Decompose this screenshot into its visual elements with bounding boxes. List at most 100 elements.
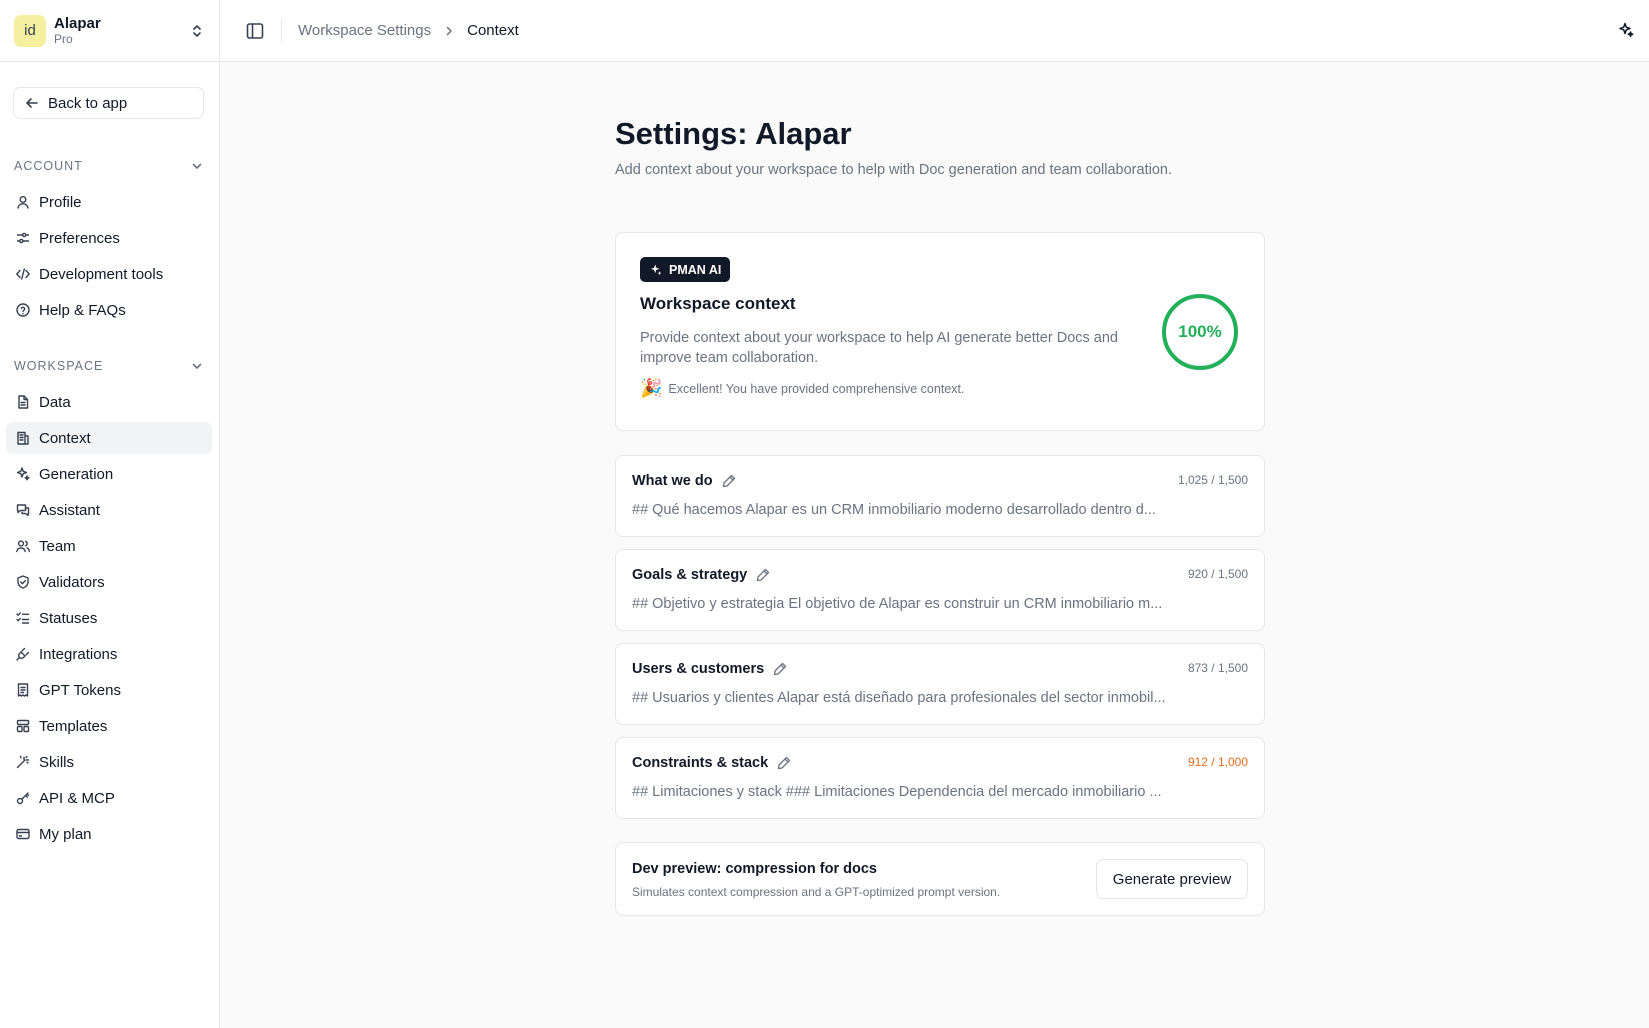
users-icon bbox=[16, 540, 30, 553]
sidebar-item-profile[interactable]: Profile bbox=[6, 186, 212, 218]
sidebar-item-templates[interactable]: Templates bbox=[6, 710, 212, 742]
workspace-name: Alapar bbox=[54, 14, 101, 32]
dev-preview-card: Dev preview: compression for docs Simula… bbox=[615, 842, 1265, 916]
sidebar-item-integrations[interactable]: Integrations bbox=[6, 638, 212, 670]
chevron-down-icon bbox=[192, 363, 202, 369]
context-section-constraints-stack[interactable]: Constraints & stack 912 / 1,000 ## Limitac… bbox=[615, 737, 1265, 819]
workspace-switcher[interactable]: id Alapar Pro bbox=[0, 0, 219, 62]
context-section-title-row: Users & customers bbox=[632, 661, 788, 677]
context-section-preview: ## Usuarios y clientes Alapar está diseñ… bbox=[632, 690, 1166, 706]
sidebar-item-validators[interactable]: Validators bbox=[6, 566, 212, 598]
context-section-title-row: What we do bbox=[632, 473, 737, 489]
sidebar-item-data[interactable]: Data bbox=[6, 386, 212, 418]
pencil-icon[interactable] bbox=[721, 473, 737, 489]
account-nav: Profile Preferences Development tools Help … bbox=[6, 186, 212, 330]
workspace-plan: Pro bbox=[54, 31, 73, 46]
sidebar-item-label: Skills bbox=[39, 753, 75, 771]
chevron-down-icon bbox=[192, 163, 202, 169]
sidebar-item-development-tools[interactable]: Development tools bbox=[6, 258, 212, 290]
pencil-icon[interactable] bbox=[772, 661, 788, 677]
context-section-title-row: Constraints & stack bbox=[632, 755, 792, 771]
context-section-what-we-do[interactable]: What we do 1,025 / 1,500 ## Qué hacemos Al… bbox=[615, 455, 1265, 537]
workspace-logo: id bbox=[14, 14, 46, 47]
arrow-left-icon bbox=[26, 98, 38, 108]
sidebar-item-label: Context bbox=[39, 429, 91, 447]
sidebar-toggle-icon[interactable] bbox=[245, 21, 265, 41]
completion-percent: 100% bbox=[1178, 322, 1222, 341]
sidebar-item-skills[interactable]: Skills bbox=[6, 746, 212, 778]
sidebar-item-generation[interactable]: Generation bbox=[6, 458, 212, 490]
breadcrumb-current: Context bbox=[467, 22, 519, 39]
sidebar-item-gpt-tokens[interactable]: GPT Tokens bbox=[6, 674, 212, 706]
sidebar-item-label: Preferences bbox=[39, 229, 120, 247]
sidebar-item-statuses[interactable]: Statuses bbox=[6, 602, 212, 634]
sidebar-item-team[interactable]: Team bbox=[6, 530, 212, 562]
context-section-title: Users & customers bbox=[632, 661, 765, 677]
context-section-preview: ## Qué hacemos Alapar es un CRM inmobili… bbox=[632, 502, 1156, 518]
sidebar-item-label: Validators bbox=[39, 573, 105, 591]
sidebar-item-preferences[interactable]: Preferences bbox=[6, 222, 212, 254]
account-section-label: ACCOUNT bbox=[14, 159, 83, 173]
dev-preview-title: Dev preview: compression for docs bbox=[632, 861, 877, 877]
help-circle-icon bbox=[16, 303, 30, 317]
context-section-goals-strategy[interactable]: Goals & strategy 920 / 1,500 ## Objetivo y… bbox=[615, 549, 1265, 631]
context-section-title: Goals & strategy bbox=[632, 567, 748, 583]
credit-card-icon bbox=[16, 828, 30, 840]
workspace-section-header[interactable]: WORKSPACE bbox=[14, 357, 204, 375]
list-checks-icon bbox=[16, 612, 30, 624]
sidebar-item-help-faqs[interactable]: Help & FAQs bbox=[6, 294, 212, 326]
context-section-preview: ## Objetivo y estrategia El objetivo de … bbox=[632, 596, 1163, 612]
character-count: 920 / 1,500 bbox=[1187, 567, 1248, 581]
character-count: 873 / 1,500 bbox=[1187, 661, 1248, 675]
chevron-right-icon bbox=[446, 26, 452, 35]
plug-icon bbox=[16, 647, 30, 661]
back-to-app-button[interactable]: Back to app bbox=[13, 87, 204, 119]
sparkles-icon bbox=[650, 264, 662, 275]
top-bar: Workspace Settings Context bbox=[220, 0, 1649, 62]
context-section-users-customers[interactable]: Users & customers 873 / 1,500 ## Usuarios … bbox=[615, 643, 1265, 725]
sidebar-item-label: GPT Tokens bbox=[39, 681, 121, 699]
page-subtitle: Add context about your workspace to help… bbox=[615, 162, 1172, 178]
sidebar-item-assistant[interactable]: Assistant bbox=[6, 494, 212, 526]
page-title: Settings: Alapar bbox=[615, 116, 852, 151]
context-section-preview: ## Limitaciones y stack ### Limitaciones… bbox=[632, 784, 1162, 800]
back-to-app-label: Back to app bbox=[48, 94, 128, 112]
wand-icon bbox=[16, 755, 30, 769]
dev-preview-description: Simulates context compression and a GPT-… bbox=[632, 885, 1001, 899]
sidebar-item-label: Templates bbox=[39, 717, 108, 735]
sidebar-item-label: Assistant bbox=[39, 501, 100, 519]
file-icon bbox=[18, 395, 29, 409]
sliders-icon bbox=[16, 232, 30, 244]
sidebar-item-label: Development tools bbox=[39, 265, 164, 283]
account-section-header[interactable]: ACCOUNT bbox=[14, 157, 204, 175]
chevrons-up-down-icon bbox=[193, 24, 201, 37]
context-card-description: Provide context about your workspace to … bbox=[640, 330, 1118, 366]
divider bbox=[281, 18, 282, 43]
context-section-title-row: Goals & strategy bbox=[632, 567, 771, 583]
receipt-icon bbox=[17, 683, 29, 697]
pencil-icon[interactable] bbox=[755, 567, 771, 583]
generate-preview-button[interactable]: Generate preview bbox=[1096, 859, 1248, 899]
sidebar-item-context[interactable]: Context bbox=[6, 422, 212, 454]
building-icon bbox=[17, 431, 29, 445]
shield-icon bbox=[17, 575, 29, 589]
layout-icon bbox=[16, 719, 30, 733]
sidebar-item-label: API & MCP bbox=[39, 789, 115, 807]
code-icon bbox=[16, 268, 30, 280]
sparkles-icon bbox=[16, 467, 30, 481]
sidebar-item-api-mcp[interactable]: API & MCP bbox=[6, 782, 212, 814]
sidebar-item-my-plan[interactable]: My plan bbox=[6, 818, 212, 850]
sidebar-item-label: Profile bbox=[39, 193, 82, 211]
sidebar-item-label: Generation bbox=[39, 465, 114, 483]
breadcrumb-parent-link[interactable]: Workspace Settings bbox=[298, 22, 431, 39]
sidebar-item-label: Team bbox=[39, 537, 76, 555]
sidebar-item-label: Help & FAQs bbox=[39, 301, 126, 319]
user-icon bbox=[17, 196, 29, 209]
pencil-icon[interactable] bbox=[776, 755, 792, 771]
sparkles-icon[interactable] bbox=[1617, 21, 1635, 39]
ai-badge: PMAN AI bbox=[640, 257, 731, 282]
workspace-section-label: WORKSPACE bbox=[14, 359, 104, 373]
sidebar-item-label: Integrations bbox=[39, 645, 118, 663]
chat-icon bbox=[16, 504, 30, 517]
sidebar-item-label: Data bbox=[39, 393, 71, 411]
